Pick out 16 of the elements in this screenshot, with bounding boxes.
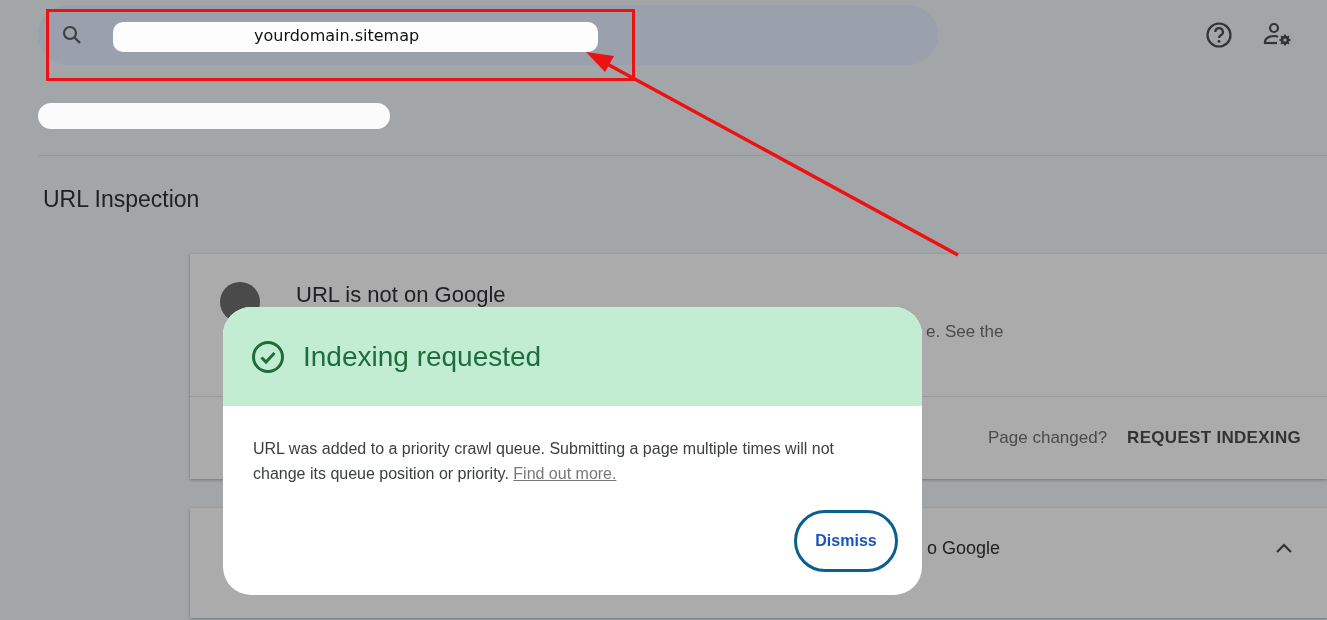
page-title: URL Inspection xyxy=(43,186,201,214)
page-changed-label: Page changed? xyxy=(988,428,1108,448)
status-title: URL is not on Google xyxy=(296,282,507,308)
search-field[interactable]: yourdomain.sitemap xyxy=(38,5,938,65)
search-value: yourdomain.sitemap xyxy=(254,25,420,45)
dismiss-button[interactable]: Dismiss xyxy=(794,510,898,572)
check-circle-icon xyxy=(251,339,285,374)
dialog-title: Indexing requested xyxy=(303,340,542,373)
help-icon[interactable] xyxy=(1205,21,1233,49)
request-indexing-button[interactable]: REQUEST INDEXING xyxy=(1127,424,1301,452)
dialog-message: URL was added to a priority crawl queue. Submitting a page multiple times will not change its queue position or priority. Find out more. xyxy=(253,439,836,484)
card-title: o Google xyxy=(927,538,1001,559)
status-description: e. See the xyxy=(926,322,1004,342)
chevron-icon[interactable] xyxy=(1275,542,1293,554)
user-settings-icon[interactable] xyxy=(1263,21,1293,49)
find-out-more-link[interactable]: Find out more. xyxy=(513,465,617,482)
